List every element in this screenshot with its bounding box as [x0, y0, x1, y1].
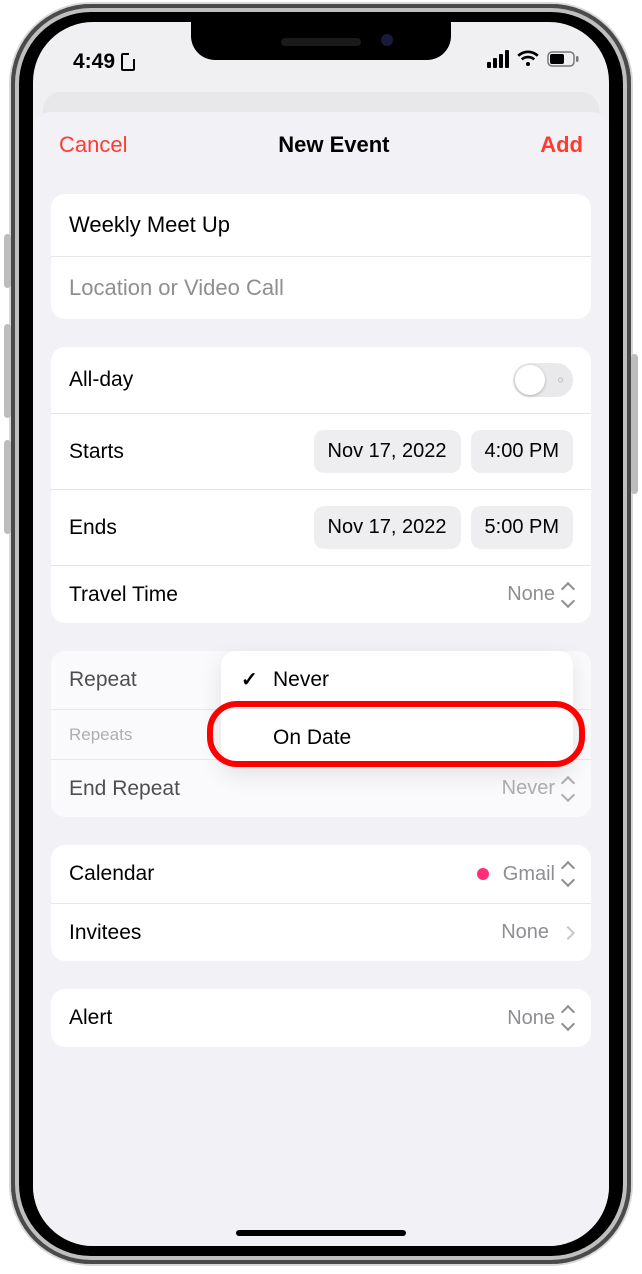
updown-chevron-icon — [561, 586, 573, 604]
travel-time-label: Travel Time — [69, 583, 178, 607]
wifi-icon — [517, 50, 539, 68]
repeats-small-label: Repeats — [69, 725, 132, 745]
travel-time-value: None — [507, 583, 555, 606]
ends-date-button[interactable]: Nov 17, 2022 — [314, 506, 461, 549]
ends-time-button[interactable]: 5:00 PM — [471, 506, 573, 549]
volume-up-button — [4, 324, 11, 418]
starts-time-button[interactable]: 4:00 PM — [471, 430, 573, 473]
invitees-label: Invitees — [69, 921, 141, 945]
event-title-input[interactable] — [69, 212, 573, 238]
calendar-value: Gmail — [503, 863, 555, 886]
title-location-card: Location or Video Call — [51, 194, 591, 319]
popover-never-label: Never — [273, 668, 329, 692]
popover-option-ondate[interactable]: ✓ On Date — [221, 708, 573, 766]
starts-date-button[interactable]: Nov 17, 2022 — [314, 430, 461, 473]
alert-value: None — [507, 1007, 555, 1030]
cancel-button[interactable]: Cancel — [59, 132, 127, 158]
title-row[interactable] — [51, 194, 591, 256]
end-repeat-value: Never — [502, 777, 555, 800]
repeat-section: Repeat Repeats End Repeat Never — [51, 651, 591, 817]
invitees-row[interactable]: Invitees None — [51, 903, 591, 961]
travel-time-row[interactable]: Travel Time None — [51, 565, 591, 623]
invitees-value: None — [501, 921, 549, 944]
alert-row[interactable]: Alert None — [51, 989, 591, 1047]
status-time: 4:49 — [73, 50, 115, 74]
add-button[interactable]: Add — [540, 132, 583, 158]
end-repeat-label: End Repeat — [69, 777, 180, 801]
home-indicator[interactable] — [236, 1230, 406, 1236]
end-repeat-row[interactable]: End Repeat Never — [51, 759, 591, 817]
phone-frame: 4:49 Cancel New Event Add — [11, 4, 631, 1264]
starts-label: Starts — [69, 440, 124, 464]
updown-chevron-icon — [561, 1009, 573, 1027]
battery-icon — [547, 51, 579, 67]
new-event-sheet: Cancel New Event Add Location or Video C… — [33, 112, 609, 1246]
sim-icon — [121, 53, 135, 71]
screen: 4:49 Cancel New Event Add — [33, 22, 609, 1246]
popover-ondate-label: On Date — [273, 726, 351, 750]
page-title: New Event — [278, 132, 389, 158]
volume-down-button — [4, 440, 11, 534]
status-bar: 4:49 — [33, 22, 609, 88]
alert-label: Alert — [69, 1006, 112, 1030]
cellular-signal-icon — [487, 50, 509, 68]
mute-switch — [4, 234, 11, 288]
allday-toggle[interactable] — [513, 363, 573, 397]
updown-chevron-icon — [561, 865, 573, 883]
calendar-row[interactable]: Calendar Gmail — [51, 845, 591, 903]
updown-chevron-icon — [561, 780, 573, 798]
alert-card: Alert None — [51, 989, 591, 1047]
allday-label: All-day — [69, 368, 133, 392]
end-repeat-popover: ✓ Never ✓ On Date — [221, 651, 573, 766]
nav-bar: Cancel New Event Add — [33, 112, 609, 176]
datetime-card: All-day Starts Nov 17, 2022 4:00 PM Ends… — [51, 347, 591, 623]
chevron-right-icon — [561, 925, 575, 939]
repeat-label: Repeat — [69, 668, 137, 692]
calendar-color-dot — [477, 868, 489, 880]
allday-row: All-day — [51, 347, 591, 413]
ends-label: Ends — [69, 516, 117, 540]
location-row[interactable]: Location or Video Call — [51, 256, 591, 319]
calendar-label: Calendar — [69, 862, 154, 886]
starts-row: Starts Nov 17, 2022 4:00 PM — [51, 413, 591, 489]
popover-option-never[interactable]: ✓ Never — [221, 651, 573, 708]
ends-row: Ends Nov 17, 2022 5:00 PM — [51, 489, 591, 565]
location-placeholder: Location or Video Call — [69, 275, 284, 301]
checkmark-icon: ✓ — [241, 667, 263, 692]
calendar-card: Calendar Gmail Invitees None — [51, 845, 591, 961]
power-button — [631, 354, 638, 494]
